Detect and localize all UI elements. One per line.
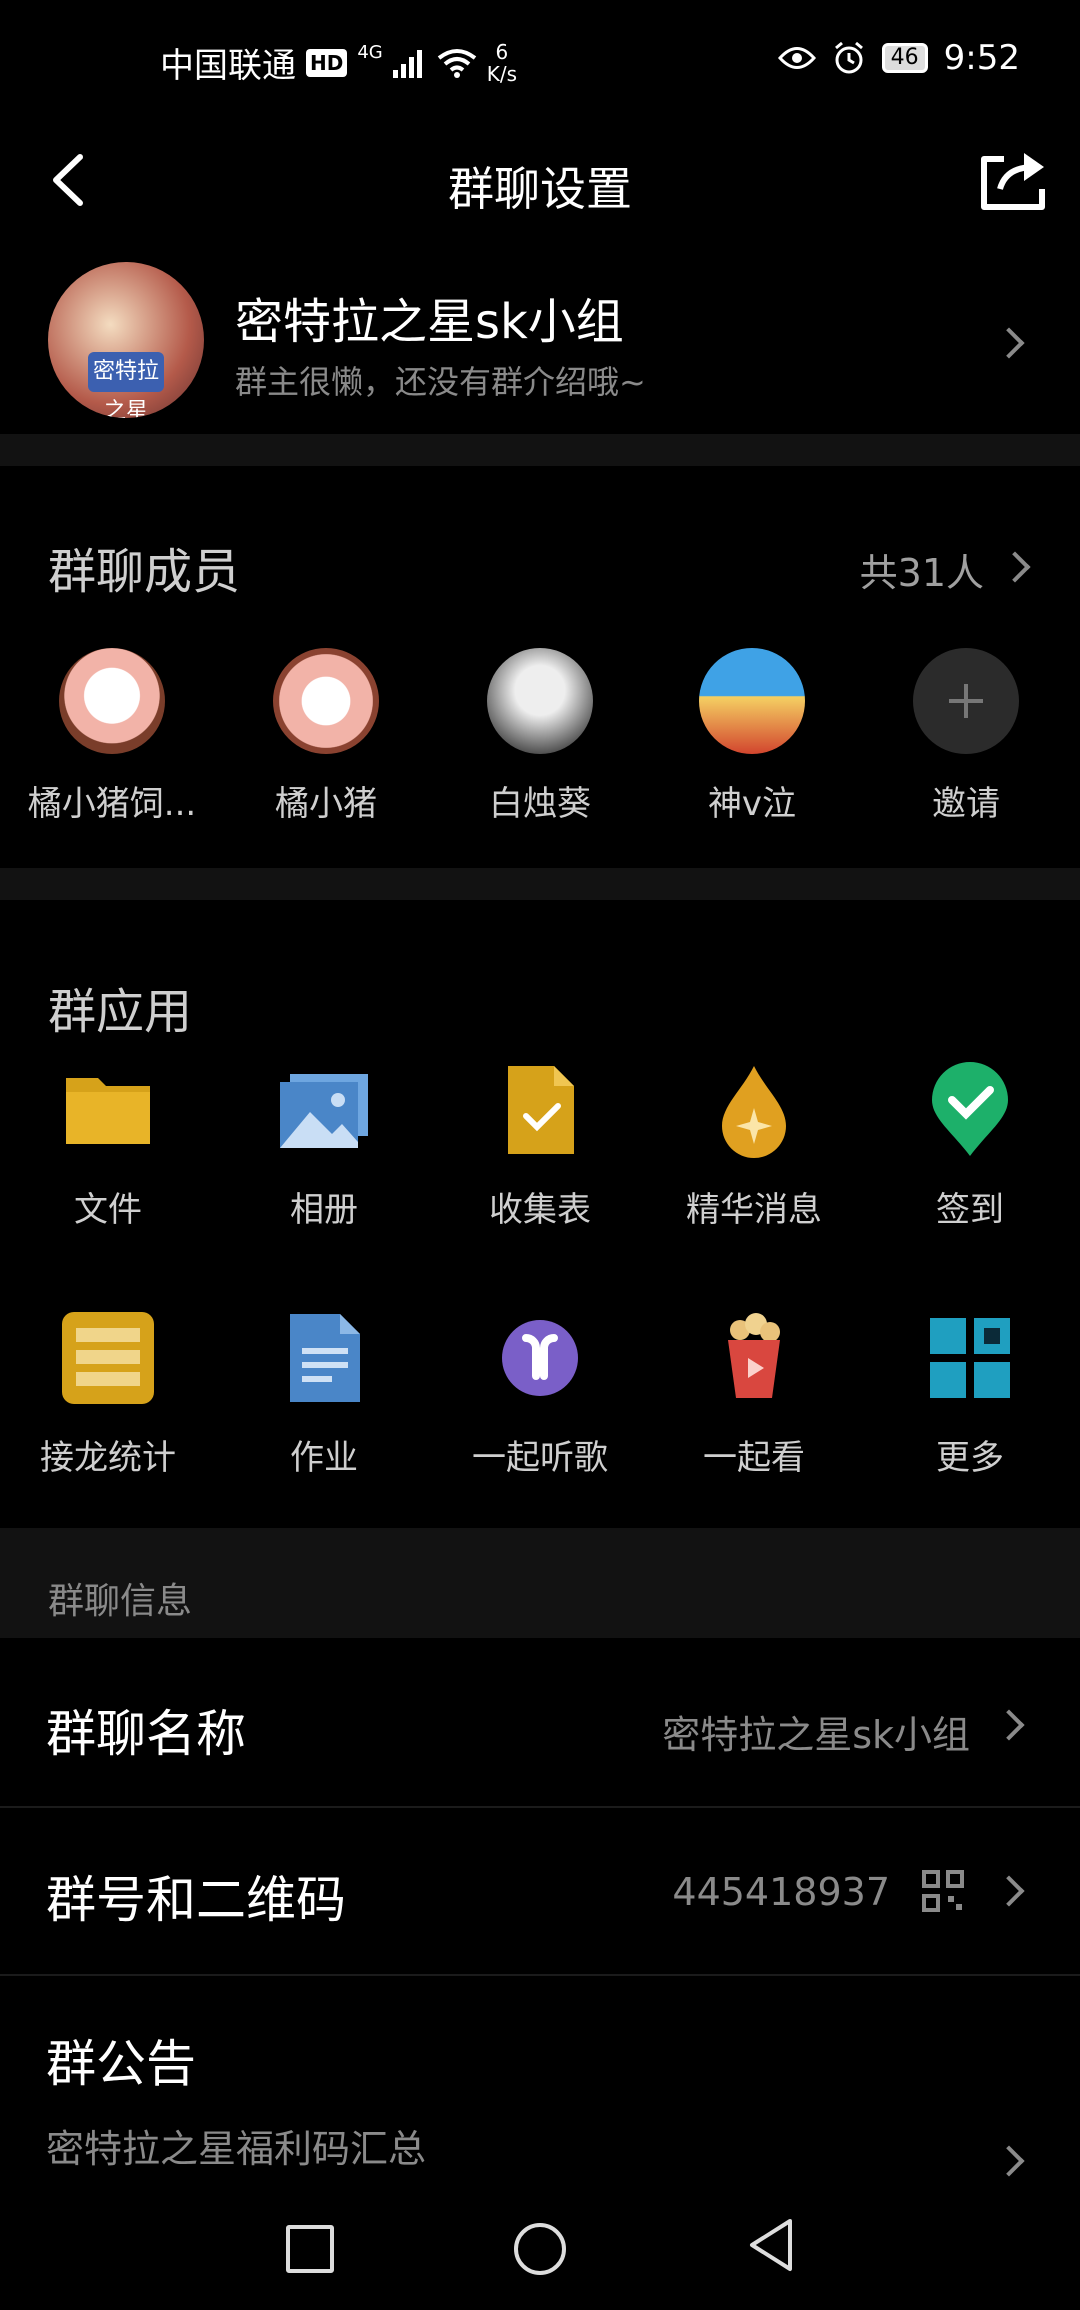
group-number-qr-row[interactable]: 群号和二维码 445418937 <box>0 1808 1080 1976</box>
form-check-icon <box>508 1066 574 1154</box>
member-name: 白烛葵 <box>489 784 591 824</box>
app-label: 文件 <box>74 1190 142 1230</box>
group-notice-label: 群公告 <box>46 2035 196 2093</box>
avatar-badge-text: 密特拉之星 <box>88 352 164 418</box>
app-essence[interactable]: 精华消息 <box>654 1062 854 1231</box>
members-count: 共31人 <box>859 551 984 595</box>
chevron-right-icon <box>993 1875 1025 1907</box>
app-listen-together[interactable]: 一起听歌 <box>440 1310 640 1479</box>
earbuds-icon <box>502 1320 578 1396</box>
system-nav-bar <box>0 2195 1080 2310</box>
app-check-in[interactable]: 签到 <box>870 1062 1070 1231</box>
chevron-right-icon <box>993 1709 1025 1741</box>
group-intro: 群主很懒，还没有群介绍哦~ <box>235 363 646 401</box>
app-files[interactable]: 文件 <box>8 1062 208 1231</box>
essence-drop-icon <box>722 1066 786 1158</box>
member-avatar <box>59 648 165 754</box>
member-avatar <box>273 648 379 754</box>
member-name: 橘小猪饲... <box>27 784 197 824</box>
folder-icon <box>66 1078 150 1144</box>
group-profile-card[interactable]: 密特拉之星 密特拉之星sk小组 群主很懒，还没有群介绍哦~ <box>0 262 1080 422</box>
app-label: 接龙统计 <box>40 1438 176 1478</box>
group-name-value: 密特拉之星sk小组 <box>662 1713 970 1757</box>
app-label: 一起看 <box>703 1438 805 1478</box>
top-app-bar: 群聊设置 <box>0 125 1080 235</box>
member-item[interactable]: 神v泣 <box>652 648 852 825</box>
grid-more-icon <box>930 1318 1010 1398</box>
photo-album-icon <box>280 1074 368 1148</box>
group-name-row[interactable]: 群聊名称 密特拉之星sk小组 <box>0 1640 1080 1808</box>
check-in-pin-icon <box>932 1062 1008 1156</box>
hd-badge: HD <box>306 48 348 77</box>
app-label: 相册 <box>290 1190 358 1230</box>
network-type: 4G <box>357 42 383 63</box>
app-form[interactable]: 收集表 <box>440 1062 640 1231</box>
group-name: 密特拉之星sk小组 <box>235 294 624 350</box>
apps-title: 群应用 <box>48 984 193 1040</box>
popcorn-play-icon <box>728 1313 780 1398</box>
app-homework[interactable]: 作业 <box>224 1310 424 1479</box>
group-number-label: 群号和二维码 <box>46 1871 346 1929</box>
status-bar: 中国联通 HD 4G 6 K/s 46 9:52 <box>0 0 1080 125</box>
carrier-label: 中国联通 <box>160 46 296 86</box>
section-divider <box>0 868 1080 900</box>
signal-icon <box>392 49 422 78</box>
status-left: 中国联通 HD 4G 6 K/s <box>160 38 517 87</box>
app-label: 收集表 <box>489 1190 591 1230</box>
back-triangle-icon[interactable] <box>746 2217 796 2273</box>
speed-unit: K/s <box>486 61 518 86</box>
group-notice-row[interactable]: 群公告 密特拉之星福利码汇总 <box>0 1976 1080 2196</box>
members-title: 群聊成员 <box>48 544 241 600</box>
app-label: 签到 <box>936 1190 1004 1230</box>
chevron-right-icon <box>999 551 1031 583</box>
status-right: 46 9:52 <box>777 38 1020 78</box>
speed-value: 6 <box>495 39 509 64</box>
relay-list-icon <box>62 1312 154 1404</box>
chevron-right-icon <box>993 327 1025 359</box>
group-name-label: 群聊名称 <box>46 1705 246 1763</box>
network-speed: 6 K/s <box>487 41 517 85</box>
member-item[interactable]: 白烛葵 <box>440 648 640 825</box>
app-label: 更多 <box>936 1438 1004 1478</box>
app-album[interactable]: 相册 <box>224 1062 424 1231</box>
member-avatar <box>699 648 805 754</box>
app-label: 作业 <box>290 1438 358 1478</box>
member-item[interactable]: 橘小猪 <box>226 648 426 825</box>
group-number-value: 445418937 <box>672 1870 890 1914</box>
wifi-icon <box>437 48 476 78</box>
homework-doc-icon <box>290 1314 360 1402</box>
info-section-title: 群聊信息 <box>48 1581 193 1622</box>
home-circle-icon[interactable] <box>514 2223 566 2275</box>
app-relay[interactable]: 接龙统计 <box>8 1310 208 1479</box>
battery-indicator: 46 <box>881 43 928 73</box>
member-name: 橘小猪 <box>275 784 377 824</box>
member-avatar <box>487 648 593 754</box>
invite-button[interactable]: 邀请 <box>866 648 1066 825</box>
member-item[interactable]: 橘小猪饲... <box>12 648 212 825</box>
app-watch-together[interactable]: 一起看 <box>654 1310 854 1479</box>
invite-label: 邀请 <box>932 784 1000 824</box>
page-title: 群聊设置 <box>448 162 632 216</box>
app-label: 一起听歌 <box>472 1438 608 1478</box>
group-avatar: 密特拉之星 <box>48 262 204 418</box>
info-section-header: 群聊信息 <box>0 1528 1080 1638</box>
alarm-icon <box>834 41 863 74</box>
eye-icon <box>777 47 816 69</box>
app-label: 精华消息 <box>686 1190 822 1230</box>
member-name: 神v泣 <box>707 784 797 824</box>
clock: 9:52 <box>943 38 1020 78</box>
chevron-right-icon <box>993 2145 1025 2177</box>
app-more[interactable]: 更多 <box>870 1310 1070 1479</box>
group-notice-preview: 密特拉之星福利码汇总 <box>46 2127 427 2171</box>
share-icon[interactable] <box>974 145 1054 215</box>
section-divider <box>0 434 1080 466</box>
recents-square-icon[interactable] <box>286 2225 334 2273</box>
qr-code-icon <box>922 1870 964 1912</box>
plus-icon <box>913 648 1019 754</box>
